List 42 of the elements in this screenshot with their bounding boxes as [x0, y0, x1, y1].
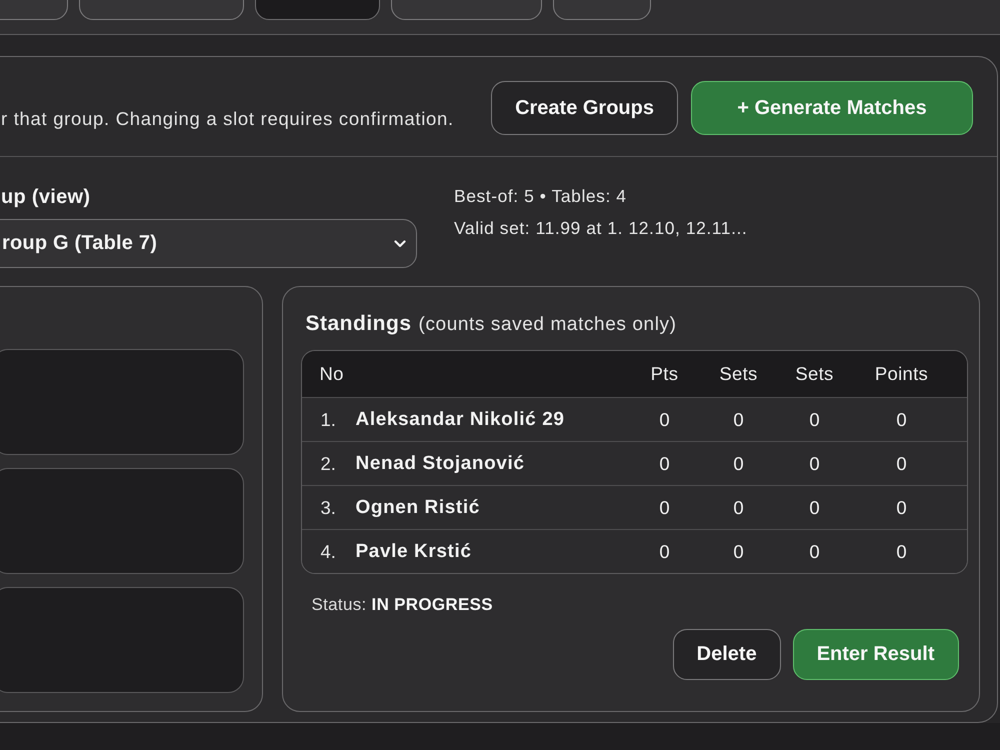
score-cell-text: 0 — [658, 540, 671, 562]
score-cell-text: 0 — [732, 408, 745, 430]
column-header: Sets — [718, 363, 759, 385]
score-cell-text: 0 — [895, 408, 908, 430]
column-header: Sets — [794, 363, 835, 385]
create-groups-button[interactable]: Create Groups — [491, 81, 678, 135]
player-name-cell-text: Ognen Ristić — [356, 496, 481, 518]
group-select[interactable]: roup G (Table 7) — [0, 219, 417, 268]
group-select-label: up (view) — [1, 185, 92, 209]
score-cell-text: 0 — [658, 408, 671, 430]
rank-cell-text: 3. — [320, 496, 337, 518]
delete-button[interactable]: Delete — [672, 629, 781, 680]
score-cell-text: 0 — [895, 496, 908, 518]
score-cell-text: 0 — [658, 452, 671, 474]
score-cell-text: 0 — [808, 408, 821, 430]
score-cell-text: 0 — [808, 496, 821, 518]
score-cell-text: 0 — [732, 540, 745, 562]
score-cell-text: 0 — [895, 452, 908, 474]
enter-result-button[interactable]: Enter Result — [792, 629, 958, 680]
chevron-down-icon — [394, 240, 406, 248]
score-cell-text: 0 — [732, 452, 745, 474]
rank-cell-text: 4. — [320, 540, 337, 562]
column-header: No — [318, 363, 345, 385]
score-cell-text: 0 — [732, 496, 745, 518]
score-cell-text: 0 — [808, 452, 821, 474]
info-text: Best-of: 5 • Tables: 4 — [454, 185, 628, 207]
description-text: r that group. Changing a slot requires confirmation. — [1, 108, 454, 130]
info-text: Valid set: 11.99 at 1. 12.10, 12.11... — [454, 217, 748, 239]
column-header: Points — [874, 363, 930, 385]
player-name-cell-text: Nenad Stojanović — [356, 452, 526, 474]
status-text: Status: IN PROGRESS — [310, 594, 493, 616]
score-cell-text: 0 — [658, 496, 671, 518]
standings-title: Standings — [306, 311, 412, 337]
rank-cell-text: 1. — [320, 408, 337, 430]
column-header: Pts — [650, 363, 680, 385]
score-cell-text: 0 — [808, 540, 821, 562]
score-cell-text: 0 — [895, 540, 908, 562]
rank-cell-text: 2. — [320, 452, 337, 474]
player-name-cell-text: Aleksandar Nikolić 29 — [356, 408, 566, 430]
generate-matches-button[interactable]: + Generate Matches — [691, 81, 973, 135]
player-name-cell-text: Pavle Krstić — [356, 540, 472, 562]
standings-note: (counts saved matches only) — [418, 313, 677, 337]
